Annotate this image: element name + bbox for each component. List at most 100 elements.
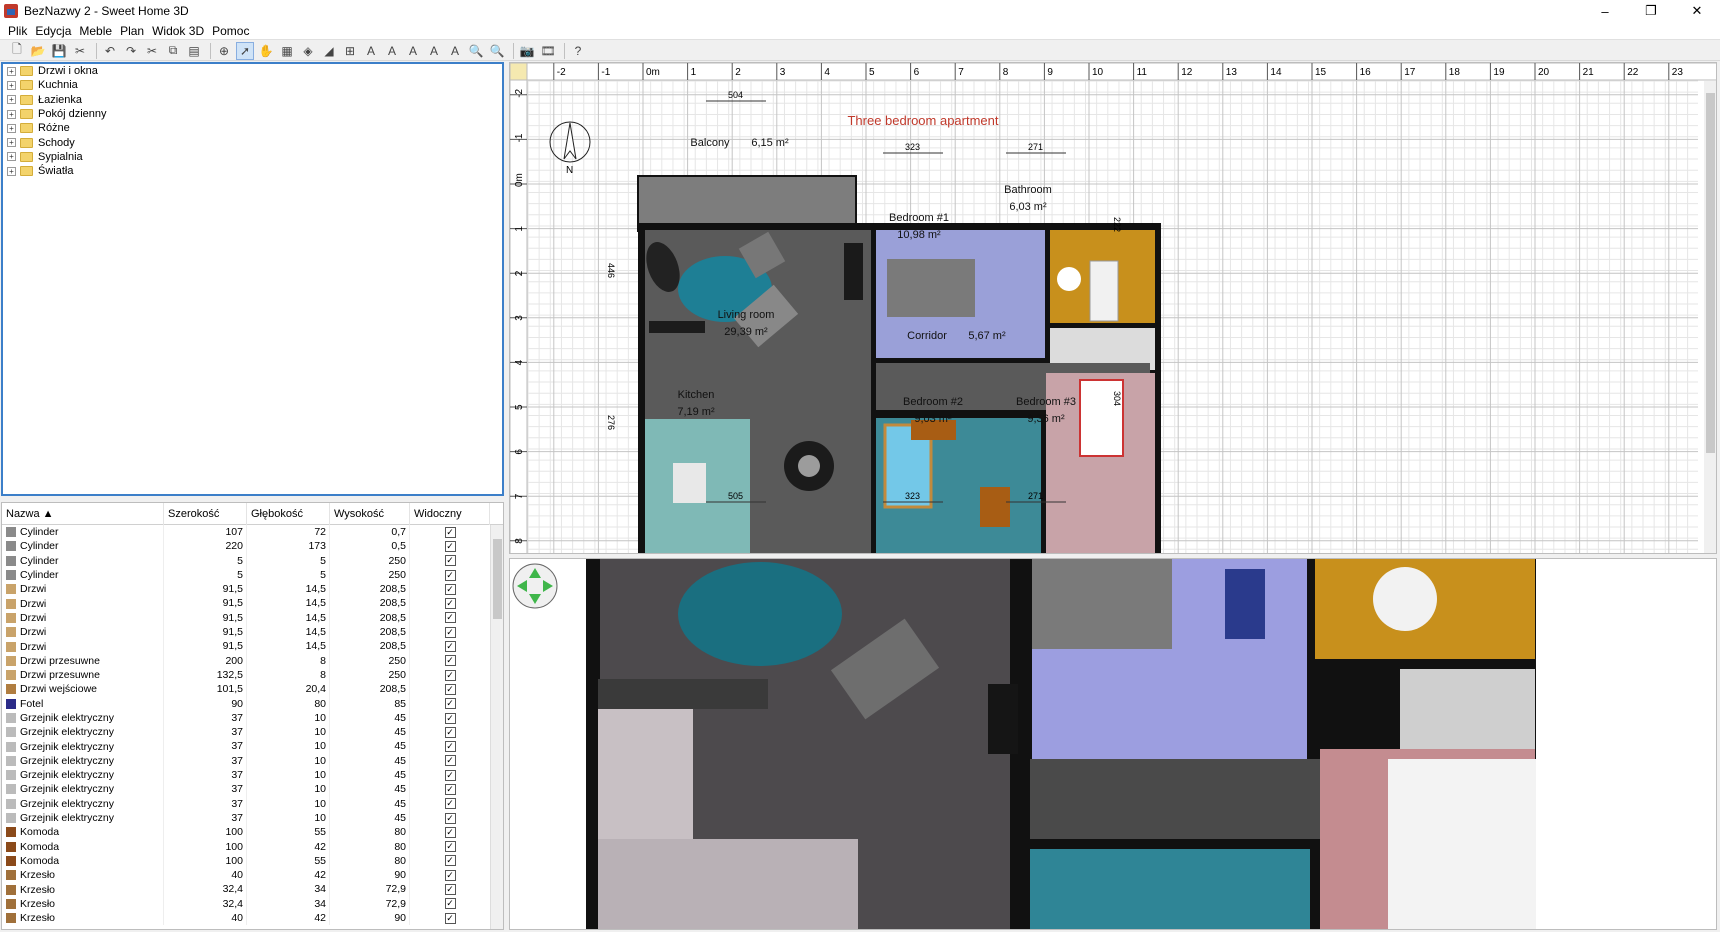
- visible-checkbox[interactable]: ✓: [444, 583, 456, 595]
- create-walls-icon[interactable]: ▦: [278, 42, 296, 60]
- zoom-out-icon[interactable]: 🔍: [488, 42, 506, 60]
- visible-checkbox[interactable]: ✓: [444, 555, 456, 567]
- table-row[interactable]: Grzejnik elektryczny 37 10 45 ✓: [2, 782, 503, 797]
- text-style-icon[interactable]: A: [383, 42, 401, 60]
- visible-checkbox[interactable]: ✓: [444, 612, 456, 624]
- redo-icon[interactable]: ↷: [122, 42, 140, 60]
- create-polylines-icon[interactable]: ◢: [320, 42, 338, 60]
- visible-checkbox[interactable]: ✓: [444, 641, 456, 653]
- table-row[interactable]: Cylinder 107 72 0,7 ✓: [2, 525, 503, 540]
- table-scrollbar[interactable]: [490, 525, 503, 929]
- visible-checkbox[interactable]: ✓: [444, 898, 456, 910]
- visible-checkbox[interactable]: ✓: [444, 669, 456, 681]
- table-row[interactable]: Komoda 100 42 80 ✓: [2, 839, 503, 854]
- visible-checkbox[interactable]: ✓: [444, 726, 456, 738]
- visible-checkbox[interactable]: ✓: [444, 769, 456, 781]
- visible-checkbox[interactable]: ✓: [444, 569, 456, 581]
- expand-icon[interactable]: +: [7, 95, 16, 105]
- table-row[interactable]: Cylinder 5 5 250 ✓: [2, 567, 503, 583]
- text-increase-icon[interactable]: A: [446, 42, 464, 60]
- catalog-category[interactable]: + Pokój dzienny: [3, 107, 502, 121]
- expand-icon[interactable]: +: [7, 80, 16, 90]
- visible-checkbox[interactable]: ✓: [444, 741, 456, 753]
- visible-checkbox[interactable]: ✓: [444, 526, 456, 538]
- column-width-header[interactable]: Szerokość: [164, 503, 247, 525]
- menu-edit[interactable]: Edycja: [31, 24, 75, 38]
- visible-checkbox[interactable]: ✓: [444, 884, 456, 896]
- visible-checkbox[interactable]: ✓: [444, 655, 456, 667]
- expand-icon[interactable]: +: [7, 66, 16, 76]
- table-row[interactable]: Drzwi 91,5 14,5 208,5 ✓: [2, 596, 503, 611]
- close-button[interactable]: ✕: [1674, 0, 1720, 22]
- text-bold-icon[interactable]: A: [404, 42, 422, 60]
- visible-checkbox[interactable]: ✓: [444, 826, 456, 838]
- menu-3d-view[interactable]: Widok 3D: [148, 24, 208, 38]
- table-row[interactable]: Cylinder 220 173 0,5 ✓: [2, 539, 503, 554]
- plan-canvas[interactable]: -2 -1 0m 1 2 3 4 5 6 7 8 9 10 11 12 13 14 15 16 17 18 19 20 21 2…: [510, 63, 1717, 554]
- table-row[interactable]: Grzejnik elektryczny 37 10 45 ✓: [2, 810, 503, 826]
- visible-checkbox[interactable]: ✓: [444, 798, 456, 810]
- visible-checkbox[interactable]: ✓: [444, 855, 456, 867]
- menu-help[interactable]: Pomoc: [208, 24, 253, 38]
- table-row[interactable]: Grzejnik elektryczny 37 10 45 ✓: [2, 753, 503, 769]
- catalog-category[interactable]: + Kuchnia: [3, 78, 502, 92]
- table-row[interactable]: Krzesło 32,4 34 72,9 ✓: [2, 882, 503, 897]
- maximize-button[interactable]: ❐: [1628, 0, 1674, 22]
- table-row[interactable]: Drzwi 91,5 14,5 208,5 ✓: [2, 625, 503, 640]
- add-furniture-icon[interactable]: ⊕: [215, 42, 233, 60]
- table-row[interactable]: Cylinder 5 5 250 ✓: [2, 553, 503, 568]
- text-italic-icon[interactable]: A: [425, 42, 443, 60]
- visible-checkbox[interactable]: ✓: [444, 912, 456, 924]
- table-row[interactable]: Drzwi przesuwne 132,5 8 250 ✓: [2, 667, 503, 683]
- cut-icon[interactable]: ✂: [143, 42, 161, 60]
- table-row[interactable]: Drzwi 91,5 14,5 208,5 ✓: [2, 639, 503, 654]
- create-dimensions-icon[interactable]: ⊞: [341, 42, 359, 60]
- select-mode-icon[interactable]: ➚: [236, 41, 254, 60]
- open-icon[interactable]: 📂: [29, 42, 47, 60]
- menu-furniture[interactable]: Meble: [75, 24, 116, 38]
- visible-checkbox[interactable]: ✓: [444, 783, 456, 795]
- visible-checkbox[interactable]: ✓: [444, 598, 456, 610]
- visible-checkbox[interactable]: ✓: [444, 841, 456, 853]
- visible-checkbox[interactable]: ✓: [444, 712, 456, 724]
- create-rooms-icon[interactable]: ◈: [299, 42, 317, 60]
- catalog-category[interactable]: + Łazienka: [3, 93, 502, 107]
- menu-plan[interactable]: Plan: [116, 24, 148, 38]
- scrollbar-thumb[interactable]: [493, 539, 502, 619]
- minimize-button[interactable]: –: [1582, 0, 1628, 22]
- visible-checkbox[interactable]: ✓: [444, 683, 456, 695]
- column-visible-header[interactable]: Widoczny: [410, 503, 490, 525]
- visible-checkbox[interactable]: ✓: [444, 869, 456, 881]
- table-row[interactable]: Drzwi przesuwne 200 8 250 ✓: [2, 653, 503, 668]
- table-row[interactable]: Drzwi wejściowe 101,5 20,4 208,5 ✓: [2, 682, 503, 697]
- expand-icon[interactable]: +: [7, 109, 16, 119]
- 3d-view[interactable]: [509, 558, 1717, 930]
- visible-checkbox[interactable]: ✓: [444, 626, 456, 638]
- table-row[interactable]: Komoda 100 55 80 ✓: [2, 853, 503, 869]
- column-depth-header[interactable]: Głębokość: [247, 503, 330, 525]
- visible-checkbox[interactable]: ✓: [444, 812, 456, 824]
- table-row[interactable]: Grzejnik elektryczny 37 10 45 ✓: [2, 710, 503, 726]
- expand-icon[interactable]: +: [7, 123, 16, 133]
- column-height-header[interactable]: Wysokość: [330, 503, 410, 525]
- preferences-icon[interactable]: ✂: [71, 42, 89, 60]
- menu-file[interactable]: Plik: [4, 24, 31, 38]
- visible-checkbox[interactable]: ✓: [444, 698, 456, 710]
- table-row[interactable]: Grzejnik elektryczny 37 10 45 ✓: [2, 739, 503, 754]
- copy-icon[interactable]: ⧉: [164, 42, 182, 60]
- catalog-category[interactable]: + Schody: [3, 135, 502, 149]
- paste-icon[interactable]: ▤: [185, 42, 203, 60]
- catalog-category[interactable]: + Sypialnia: [3, 150, 502, 164]
- undo-icon[interactable]: ↶: [101, 42, 119, 60]
- expand-icon[interactable]: +: [7, 138, 16, 148]
- table-row[interactable]: Fotel 90 80 85 ✓: [2, 696, 503, 711]
- catalog-category[interactable]: + Światła: [3, 164, 502, 178]
- table-row[interactable]: Drzwi 91,5 14,5 208,5 ✓: [2, 610, 503, 626]
- save-icon[interactable]: 💾: [50, 42, 68, 60]
- add-text-icon[interactable]: A: [362, 42, 380, 60]
- table-row[interactable]: Grzejnik elektryczny 37 10 45 ✓: [2, 725, 503, 740]
- plan-view[interactable]: -2 -1 0m 1 2 3 4 5 6 7 8 9 10 11 12 13 14 15 16 17 18 19 20 21 2…: [509, 62, 1717, 554]
- table-row[interactable]: Grzejnik elektryczny 37 10 45 ✓: [2, 796, 503, 811]
- catalog-category[interactable]: + Różne: [3, 121, 502, 135]
- catalog-category[interactable]: + Drzwi i okna: [3, 64, 502, 78]
